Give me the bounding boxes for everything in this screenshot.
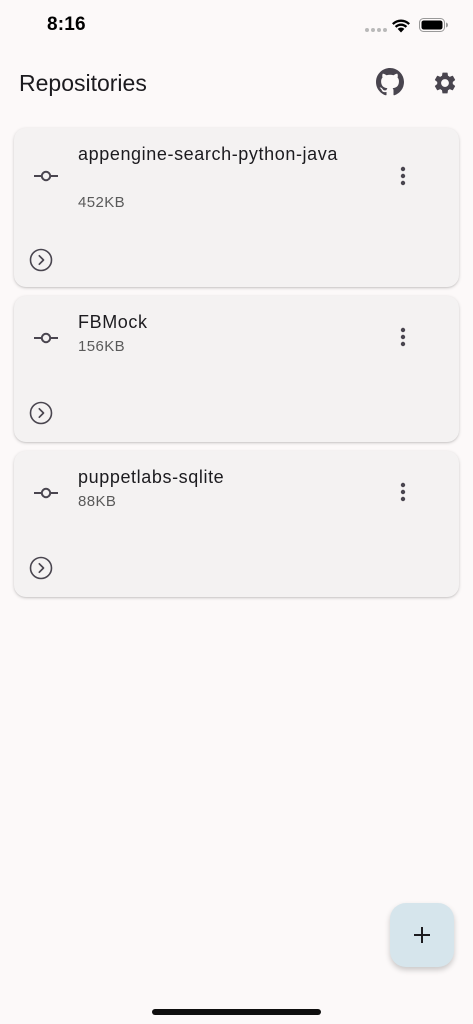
repository-name: FBMock [78,312,148,332]
repository-list: appengine-search-python-java 452KB FBMoc… [14,128,459,606]
plus-icon [414,927,430,943]
wifi-icon [392,19,410,33]
repository-card[interactable]: puppetlabs-sqlite 88KB [14,451,459,597]
open-repository-button[interactable] [29,248,53,272]
battery-icon [419,18,448,32]
repository-name: puppetlabs-sqlite [78,467,225,487]
open-repository-button[interactable] [29,401,53,425]
more-options-button[interactable] [391,325,415,349]
app-bar: Repositories [0,56,473,112]
commit-icon [34,170,58,182]
open-repository-button[interactable] [29,556,53,580]
more-options-button[interactable] [391,164,415,188]
commit-icon [34,487,58,499]
status-bar: 8:16 [0,0,473,54]
repository-card[interactable]: appengine-search-python-java 452KB [14,128,459,287]
page-title: Repositories [19,70,147,96]
home-indicator[interactable] [152,1009,321,1015]
repository-size: 452KB [78,194,126,211]
settings-button[interactable] [429,67,461,99]
repository-name: appengine-search-python-java [78,144,338,164]
more-vert-icon [400,482,406,502]
github-button[interactable] [374,66,406,98]
more-vert-icon [400,327,406,347]
more-options-button[interactable] [391,480,415,504]
repository-size: 88KB [78,493,117,510]
cellular-signal-icon [365,28,387,33]
status-time: 8:16 [47,14,86,35]
more-vert-icon [400,166,406,186]
add-repository-button[interactable] [390,903,454,967]
gear-icon [434,72,456,94]
commit-icon [34,332,58,344]
repository-size: 156KB [78,338,126,355]
repository-card[interactable]: FBMock 156KB [14,296,459,442]
github-icon [376,68,404,96]
